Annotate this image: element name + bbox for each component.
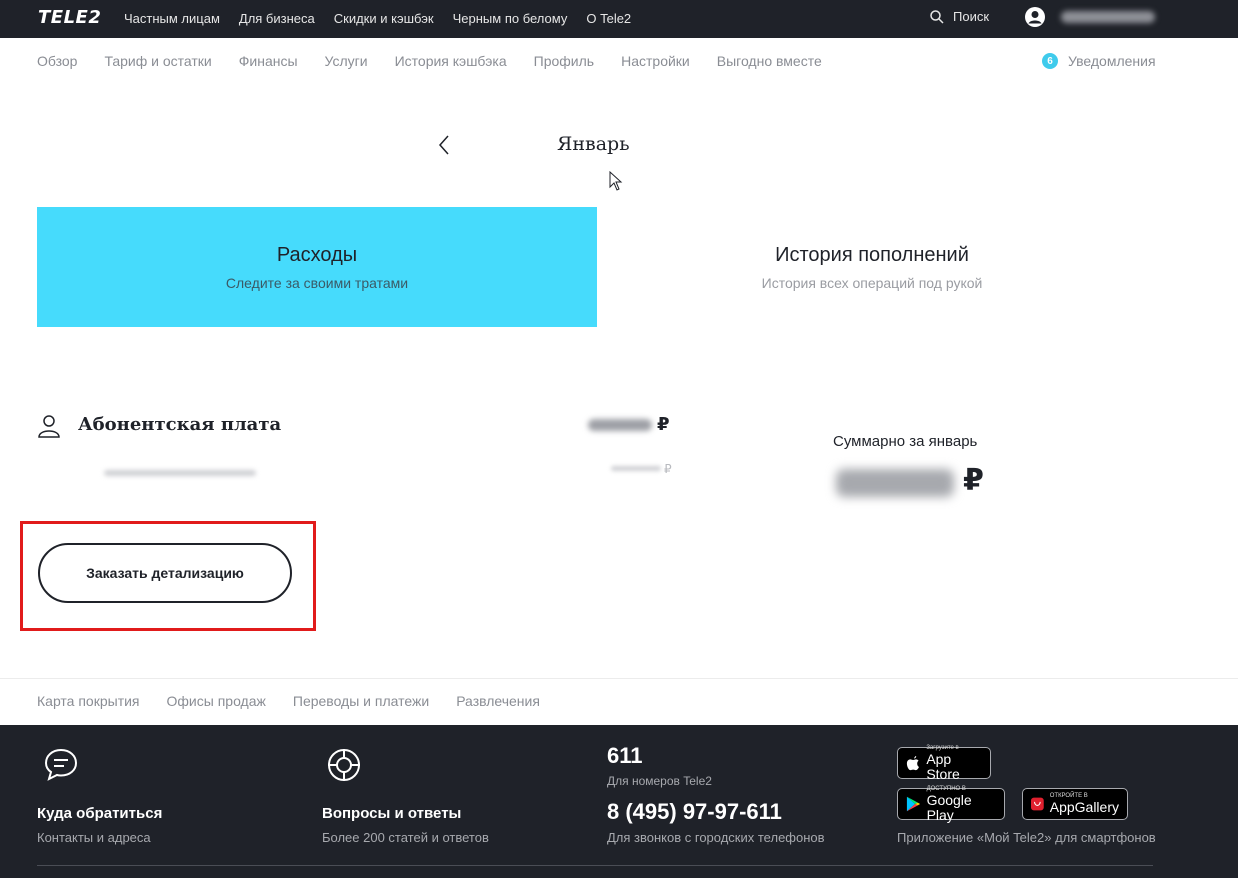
month-total-label: Суммарно за январь <box>833 433 978 450</box>
fee-sub-currency: ₽ <box>664 462 672 476</box>
month-total-currency: ₽ <box>963 464 984 497</box>
short-number-subtitle: Для номеров Tele2 <box>607 774 712 788</box>
tab-cashback-history[interactable]: История кэшбэка <box>395 53 507 69</box>
footer-link-payments[interactable]: Переводы и платежи <box>293 693 429 709</box>
footer-divider <box>0 678 1238 679</box>
tab-services[interactable]: Услуги <box>325 53 368 69</box>
app-store-label: App Store <box>926 750 960 782</box>
tab-settings[interactable]: Настройки <box>621 53 690 69</box>
top-nav-about[interactable]: О Tele2 <box>586 11 631 26</box>
user-avatar-icon <box>1025 7 1045 27</box>
tab-together[interactable]: Выгодно вместе <box>717 53 822 69</box>
tab-overview[interactable]: Обзор <box>37 53 77 69</box>
city-phone-number[interactable]: 8 (495) 97-97-611 <box>607 799 782 825</box>
short-phone-number[interactable]: 611 <box>607 743 643 769</box>
top-bar: TELE2 Частным лицам Для бизнеса Скидки и… <box>0 0 1238 38</box>
account-number-blurred <box>1061 11 1155 23</box>
footer: Куда обратиться Контакты и адреса Вопрос… <box>0 725 1238 878</box>
contact-title[interactable]: Куда обратиться <box>37 805 162 822</box>
fee-details-blurred <box>104 470 256 476</box>
notifications-count-badge: 6 <box>1042 53 1058 69</box>
tab-tariff[interactable]: Тариф и остатки <box>104 53 211 69</box>
tab-expenses[interactable]: Расходы Следите за своими тратами <box>37 207 597 327</box>
fee-amount-blurred <box>588 419 652 431</box>
tab-expenses-title: Расходы <box>276 244 358 266</box>
person-icon <box>38 415 60 438</box>
search-button[interactable]: Поиск <box>930 9 989 24</box>
top-nav: Частным лицам Для бизнеса Скидки и кэшбэ… <box>124 11 650 26</box>
tab-finance[interactable]: Финансы <box>239 53 298 69</box>
lifebuoy-icon <box>328 749 360 781</box>
tab-expenses-subtitle: Следите за своими тратами <box>225 275 409 291</box>
tab-history-subtitle: История всех операций под рукой <box>761 275 983 291</box>
month-total-amount-blurred <box>836 469 954 497</box>
chevron-left-icon <box>438 135 449 155</box>
account-nav: Обзор Тариф и остатки Финансы Услуги Ист… <box>37 53 849 69</box>
app-gallery-label: AppGallery <box>1049 799 1119 815</box>
tab-profile[interactable]: Профиль <box>534 53 594 69</box>
tab-topup-history[interactable]: История пополнений История всех операций… <box>597 207 1147 327</box>
order-details-button[interactable]: Заказать детализацию <box>38 543 292 603</box>
footer-bottom-divider <box>37 865 1153 866</box>
notifications-label: Уведомления <box>1068 53 1156 69</box>
apps-caption: Приложение «Мой Tele2» для смартфонов <box>897 830 1156 845</box>
city-number-subtitle: Для звонков с городских телефонов <box>607 830 825 845</box>
google-play-button[interactable]: ДОСТУПНО В Google Play <box>897 786 1005 823</box>
top-nav-business[interactable]: Для бизнеса <box>239 11 315 26</box>
search-icon <box>930 9 944 24</box>
tab-history-title: История пополнений <box>775 244 969 266</box>
notifications-link[interactable]: 6 Уведомления <box>1042 53 1156 69</box>
faq-title[interactable]: Вопросы и ответы <box>322 805 461 822</box>
month-title: Январь <box>557 133 630 155</box>
fee-currency: ₽ <box>657 414 670 434</box>
mouse-cursor-icon <box>609 171 623 191</box>
google-play-icon <box>906 796 921 812</box>
huawei-app-gallery-icon <box>1031 797 1044 811</box>
tele2-logo[interactable]: TELE2 <box>38 7 101 28</box>
google-play-label: Google Play <box>926 791 972 823</box>
footer-links: Карта покрытия Офисы продаж Переводы и п… <box>37 693 567 709</box>
app-store-button[interactable]: Загрузите в App Store <box>897 745 991 782</box>
top-nav-private[interactable]: Частным лицам <box>124 11 220 26</box>
apple-icon <box>906 755 919 771</box>
top-nav-discounts[interactable]: Скидки и кэшбэк <box>334 11 434 26</box>
search-label: Поиск <box>953 9 990 24</box>
footer-link-entertainment[interactable]: Развлечения <box>456 693 540 709</box>
fee-sub-amount-blurred <box>611 466 661 471</box>
footer-link-offices[interactable]: Офисы продаж <box>167 693 266 709</box>
subscription-fee-title: Абонентская плата <box>78 414 282 435</box>
faq-subtitle: Более 200 статей и ответов <box>322 830 489 845</box>
footer-link-coverage-map[interactable]: Карта покрытия <box>37 693 140 709</box>
account-menu[interactable] <box>1025 7 1155 27</box>
chat-bubble-icon <box>44 748 78 781</box>
app-gallery-button[interactable]: ОТКРОЙТЕ В AppGallery <box>1022 788 1128 820</box>
contact-subtitle: Контакты и адреса <box>37 830 151 845</box>
previous-month-button[interactable] <box>434 133 454 157</box>
top-nav-black-on-white[interactable]: Черным по белому <box>453 11 568 26</box>
